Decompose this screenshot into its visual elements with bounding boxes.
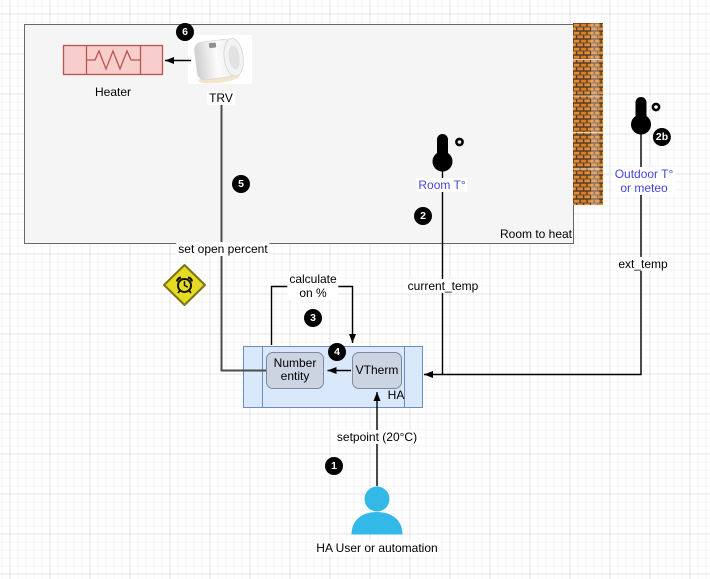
vtherm-label: VTherm (356, 364, 399, 377)
current-temp-label: current_temp (406, 279, 481, 293)
number-entity-node: Number entity (266, 352, 324, 389)
ext-temp-label: ext_temp (616, 257, 669, 271)
room-temp-label: Room T° (416, 178, 467, 192)
number-entity-label-line2: entity (281, 370, 310, 383)
heater-label: Heater (95, 85, 131, 99)
outdoor-temp-label-line1: Outdoor T° (615, 167, 674, 181)
user-person-icon (352, 487, 403, 535)
calculate-label-line1: calculate (289, 272, 336, 286)
alarm-clock-diamond-icon (164, 265, 205, 305)
brick-wall-icon (573, 23, 603, 205)
step-badge-2: 2 (414, 207, 432, 225)
step-badge-1: 1 (325, 457, 343, 475)
user-label: HA User or automation (314, 541, 439, 555)
setpoint-label: setpoint (20°C) (335, 430, 419, 444)
diagram-canvas: Number entity VTherm Heater TRV set open… (0, 0, 710, 579)
outdoor-temp-label: Outdoor T° or meteo (613, 167, 676, 195)
ha-label: HA (388, 388, 405, 402)
set-open-percent-label: set open percent (176, 242, 269, 256)
step-badge-5: 5 (232, 175, 250, 193)
trv-label: TRV (207, 91, 235, 105)
calculate-on-percent-label: calculate on % (287, 272, 338, 300)
outdoor-thermometer-icon (631, 97, 659, 135)
step-badge-2b: 2b (653, 128, 671, 146)
vtherm-node: VTherm (352, 352, 402, 389)
room-to-heat-label: Room to heat (500, 227, 572, 241)
step-badge-6: 6 (176, 23, 194, 41)
step-badge-3: 3 (304, 309, 322, 327)
outdoor-temp-label-line2: or meteo (615, 181, 674, 195)
calculate-label-line2: on % (289, 286, 336, 300)
ha-box-left-bar (262, 347, 263, 407)
room-to-heat-box (24, 24, 574, 244)
step-badge-4: 4 (328, 343, 346, 361)
